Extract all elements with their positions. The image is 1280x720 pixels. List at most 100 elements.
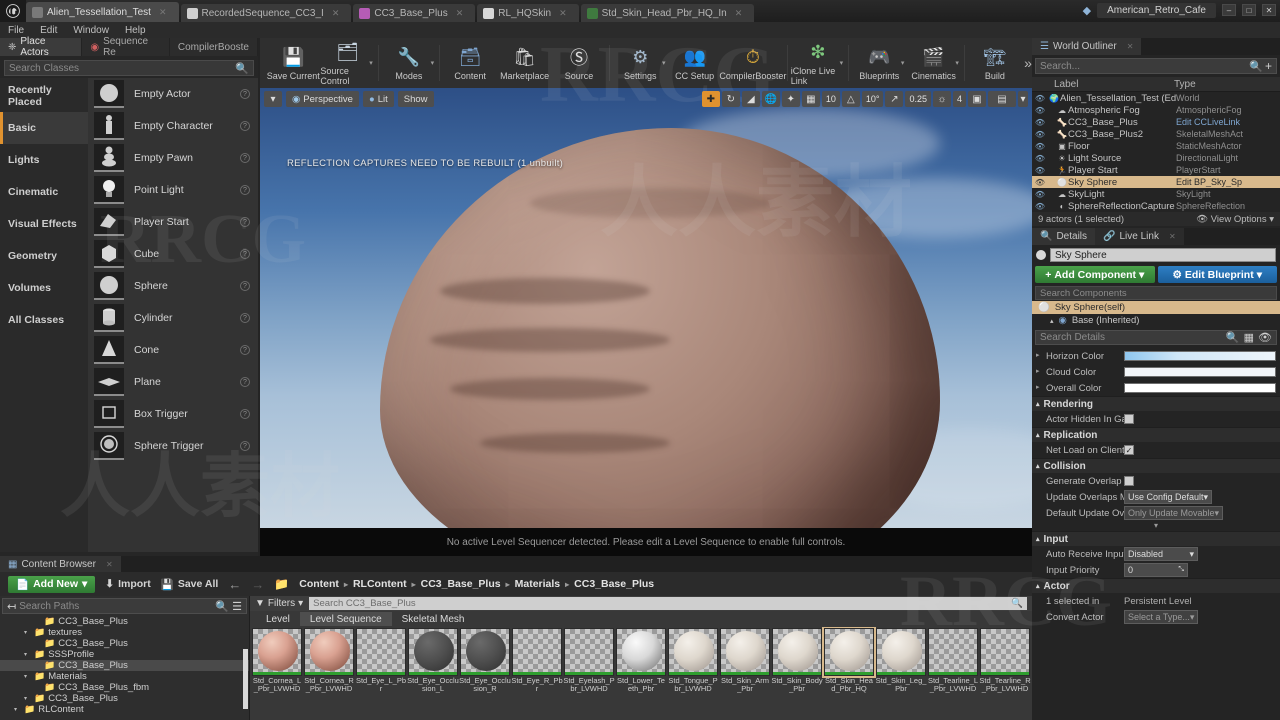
camera-speed-icon[interactable]: ☼ [933, 91, 951, 107]
visibility-icon[interactable]: 👁 [1032, 142, 1048, 151]
path-tree-row[interactable]: ▾📁CC3_Base_Plus [0, 693, 249, 704]
asset-cell[interactable]: Std_Tearline_L_Pbr_LVWHD [928, 628, 978, 698]
close-icon[interactable]: ✕ [1169, 232, 1176, 241]
component-search-field[interactable]: Search Components [1035, 286, 1277, 300]
expand-caret-icon[interactable]: ▾ [14, 706, 21, 713]
add-actor-icon[interactable]: + [1265, 59, 1272, 73]
asset-cell[interactable]: Std_Skin_Body_Pbr [772, 628, 822, 698]
asset-cell[interactable]: Std_Skin_Head_Pbr_HQ [824, 628, 874, 698]
asset-search-field[interactable]: Search CC3_Base_Plus 🔍 [309, 597, 1027, 610]
place-actor-item[interactable]: Box Trigger? [88, 398, 258, 430]
place-actor-item[interactable]: Cone? [88, 334, 258, 366]
place-actor-item[interactable]: Cube? [88, 238, 258, 270]
minimize-button[interactable]: – [1222, 4, 1236, 16]
info-icon[interactable]: ? [240, 281, 250, 291]
paths-options-icon[interactable]: ☰ [232, 600, 242, 613]
close-icon[interactable]: ✕ [332, 8, 340, 19]
unreal-logo-icon[interactable] [0, 0, 26, 22]
dropdown[interactable]: Disabled▾ [1124, 547, 1198, 561]
asset-cell[interactable]: Std_Eye_R_Pbr [512, 628, 562, 698]
category-lights[interactable]: Lights [0, 144, 88, 176]
path-tree-row[interactable]: ▾📁Mannequin [0, 715, 249, 716]
toolbar-source-button[interactable]: ⓈSource [552, 39, 606, 87]
scale-snap-value[interactable]: 0.25 [905, 91, 931, 107]
expand-caret-icon[interactable]: ▸ [1036, 367, 1040, 375]
path-tree-row[interactable]: ▾📁SSSProfile [0, 649, 249, 660]
asset-cell[interactable]: Std_Eye_L_Pbr [356, 628, 406, 698]
outliner-row[interactable]: 👁🌍Alien_Tessellation_Test (Editor)World [1032, 92, 1280, 104]
chevron-down-icon[interactable]: ▾ [840, 59, 844, 67]
category-basic[interactable]: Basic [0, 112, 88, 144]
visibility-icon[interactable]: 👁 [1032, 118, 1048, 127]
type-chip-skeletal-mesh[interactable]: Skeletal Mesh [392, 612, 475, 626]
section-header-actor[interactable]: ▴Actor [1032, 578, 1280, 593]
section-header-replication[interactable]: ▴Replication [1032, 427, 1280, 442]
color-property-value[interactable] [1124, 383, 1280, 393]
translate-mode-icon[interactable]: ✚ [702, 91, 720, 107]
expand-caret-icon[interactable]: ▾ [24, 629, 31, 636]
import-button[interactable]: ⬇ Import [105, 578, 150, 590]
camera-speed-value[interactable]: 4 [953, 91, 966, 107]
expand-caret-icon[interactable]: ▴ [1050, 317, 1054, 325]
close-icon[interactable]: ✕ [1127, 42, 1134, 51]
info-icon[interactable]: ? [240, 377, 250, 387]
color-property-value[interactable] [1124, 351, 1280, 361]
category-visual-effects[interactable]: Visual Effects [0, 208, 88, 240]
asset-cell[interactable]: Std_Eyelash_Pbr_LVWHD [564, 628, 614, 698]
asset-cell[interactable]: Std_Lower_Teeth_Pbr [616, 628, 666, 698]
actor-name-input[interactable] [1050, 248, 1276, 262]
outliner-row[interactable]: 👁🦴CC3_Base_Plus2SkeletalMeshAct [1032, 128, 1280, 140]
info-icon[interactable]: ? [240, 185, 250, 195]
checkbox[interactable]: ✓ [1124, 445, 1134, 455]
menu-help[interactable]: Help [125, 25, 146, 36]
filters-button[interactable]: ▼ Filters ▾ [255, 598, 303, 609]
asset-cell[interactable]: Std_Cornea_L_Pbr_LVWHD [252, 628, 302, 698]
show-menu-button[interactable]: Show [398, 91, 434, 107]
color-property-value[interactable] [1124, 367, 1280, 377]
close-icon[interactable]: ✕ [159, 7, 167, 18]
info-icon[interactable]: ? [240, 153, 250, 163]
section-header-rendering[interactable]: ▴Rendering [1032, 396, 1280, 411]
visibility-icon[interactable]: 👁 [1032, 166, 1048, 175]
chevron-down-icon[interactable]: ▾ [662, 59, 666, 67]
component-row[interactable]: ⚪Sky Sphere(self) [1032, 301, 1280, 314]
path-tree-row[interactable]: ▾📁RLContent [0, 704, 249, 715]
toolbar-cinematics-button[interactable]: 🎬Cinematics▾ [906, 39, 960, 87]
place-actor-item[interactable]: Sphere Trigger? [88, 430, 258, 462]
close-icon[interactable]: ✕ [456, 8, 464, 19]
breadcrumb-item[interactable]: Content [299, 578, 339, 590]
toolbar-compilerbooster-button[interactable]: ⏱CompilerBooster [722, 39, 784, 87]
editor-tab[interactable]: Std_Skin_Head_Pbr_HQ_In✕ [581, 4, 755, 22]
spinner-icon[interactable]: ⤡ [1178, 566, 1184, 574]
info-icon[interactable]: ? [240, 217, 250, 227]
paths-search-input[interactable] [19, 601, 212, 612]
visibility-icon[interactable]: 👁 [1032, 154, 1048, 163]
grid-snap-value[interactable]: 10 [822, 91, 840, 107]
tab-world-outliner[interactable]: ☰ World Outliner ✕ [1032, 38, 1141, 55]
category-cinematic[interactable]: Cinematic [0, 176, 88, 208]
chevron-down-icon[interactable]: ▾ [901, 59, 905, 67]
details-search-field[interactable]: 🔍 ▦ 👁 [1035, 330, 1277, 345]
editor-tab[interactable]: RecordedSequence_CC3_I✕ [181, 4, 352, 22]
menu-edit[interactable]: Edit [40, 25, 57, 36]
asset-cell[interactable]: Std_Eye_Occlusion_R [460, 628, 510, 698]
asset-cell[interactable]: Std_Tearline_R_Pbr_LVWHD [980, 628, 1030, 698]
viewport-layout-icon[interactable]: ▤ [988, 91, 1016, 107]
toolbar-content-button[interactable]: 🗃Content [443, 39, 497, 87]
number-field[interactable]: 0⤡ [1124, 563, 1188, 577]
column-type[interactable]: Type [1174, 79, 1196, 90]
asset-cell[interactable]: Std_Cornea_R_Pbr_LVWHD [304, 628, 354, 698]
add-component-button[interactable]: + Add Component ▾ [1035, 266, 1155, 283]
dropdown[interactable]: Select a Type...▾ [1124, 610, 1198, 624]
toolbar-save-current-button[interactable]: 💾Save Current [266, 39, 320, 87]
search-classes-input[interactable] [9, 63, 235, 74]
details-search-input[interactable] [1040, 332, 1226, 343]
rotate-mode-icon[interactable]: ↻ [722, 91, 740, 107]
toolbar-blueprints-button[interactable]: 🎮Blueprints▾ [852, 39, 906, 87]
edit-blueprint-button[interactable]: ⚙ Edit Blueprint ▾ [1158, 266, 1278, 283]
path-tree-row[interactable]: ▾📁Materials [0, 671, 249, 682]
world-coordinates-icon[interactable]: 🌐 [762, 91, 780, 107]
editor-tab[interactable]: RL_HQSkin✕ [477, 4, 578, 22]
close-button[interactable]: ✕ [1262, 4, 1276, 16]
toolbar-overflow-icon[interactable]: » [1024, 55, 1032, 71]
